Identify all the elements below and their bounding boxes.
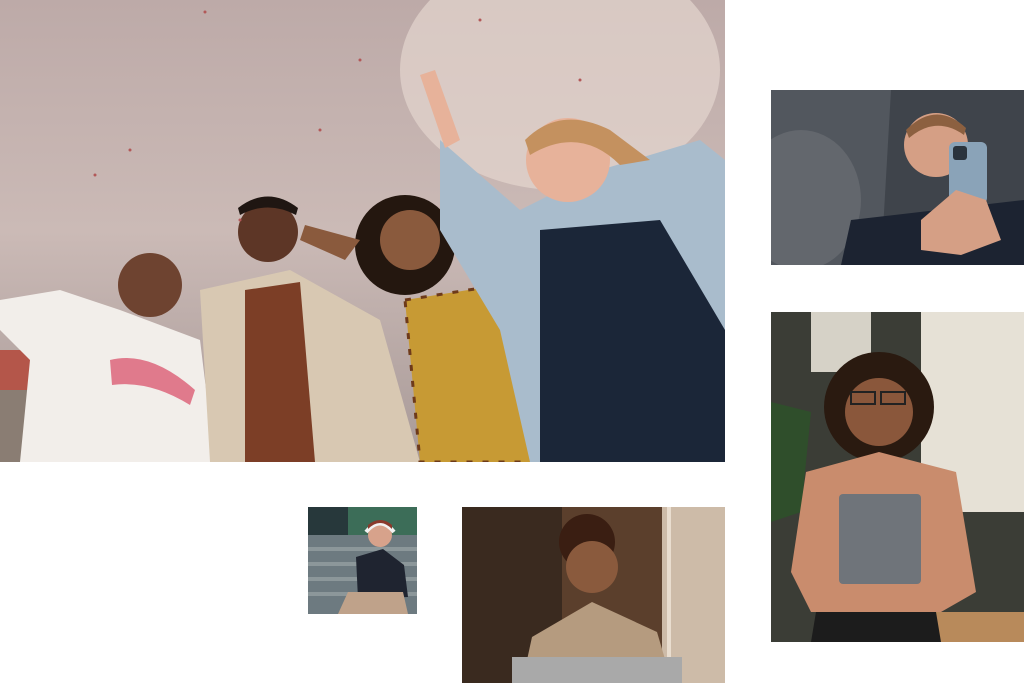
headphones-woman-illustration <box>308 507 417 614</box>
woman-with-laptop-photo <box>771 312 1024 642</box>
man-with-phone-photo <box>771 90 1024 265</box>
laptop-woman-illustration <box>771 312 1024 642</box>
window-woman-illustration <box>462 507 725 683</box>
hero-group-photo <box>0 0 725 462</box>
woman-with-headphones-photo <box>308 507 417 614</box>
hero-illustration <box>0 0 725 462</box>
phone-man-illustration <box>771 90 1024 265</box>
woman-by-window-photo <box>462 507 725 683</box>
